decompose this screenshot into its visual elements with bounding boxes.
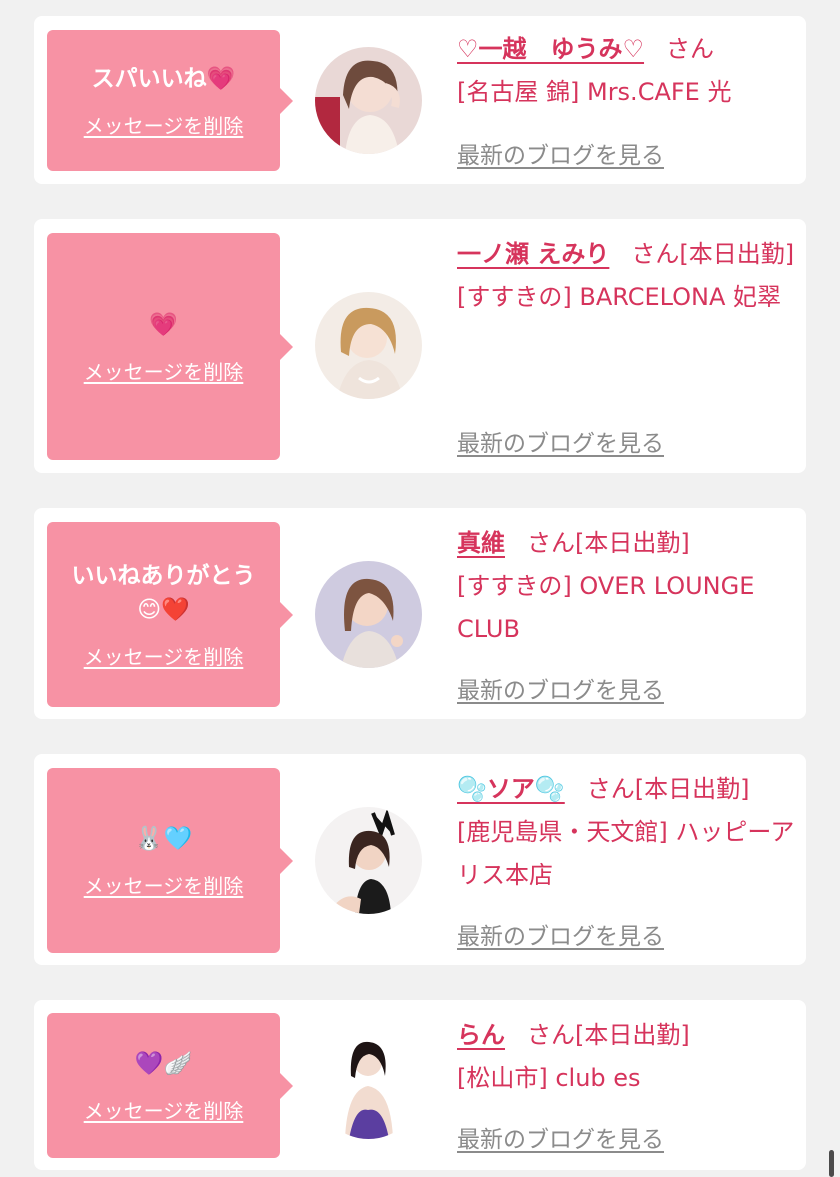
message-text: いいねありがとう😊❤️	[71, 563, 256, 623]
shop-name: [すすきの] OVER LOUNGE CLUB	[457, 572, 755, 643]
shop-name: [すすきの] BARCELONA 妃翠	[457, 283, 782, 311]
like-card: いいねありがとう😊❤️ メッセージを削除 真維 さん[本日出勤] [すすきの] O…	[34, 508, 806, 719]
status-tag: [本日出勤]	[634, 775, 750, 803]
avatar[interactable]	[315, 561, 422, 668]
honorific: さん	[527, 1021, 575, 1049]
cast-name-link[interactable]: 一ノ瀬 えみり	[457, 240, 609, 268]
like-message-list: スパいいね💗 メッセージを削除 ♡一越 ゆうみ♡ さん [名古屋 錦] Mrs.C…	[0, 0, 840, 1177]
honorific: さん	[527, 529, 575, 557]
woman-portrait-icon	[315, 1032, 422, 1139]
like-card: 💗 メッセージを削除 一ノ瀬 えみり さん[本日出勤] [すすきの] BARCEL…	[34, 219, 806, 473]
avatar[interactable]	[315, 807, 422, 914]
status-tag: [本日出勤]	[679, 240, 795, 268]
delete-message-link[interactable]: メッセージを削除	[84, 356, 244, 385]
cast-info: 一ノ瀬 えみり さん[本日出勤] [すすきの] BARCELONA 妃翠	[457, 233, 797, 319]
message-bubble: 🐰🩵 メッセージを削除	[47, 768, 293, 953]
honorific: さん	[666, 35, 715, 63]
cast-info: ♡一越 ゆうみ♡ さん [名古屋 錦] Mrs.CAFE 光	[457, 28, 797, 114]
status-tag: [本日出勤]	[575, 529, 690, 557]
avatar[interactable]	[315, 47, 422, 154]
cast-info: 真維 さん[本日出勤] [すすきの] OVER LOUNGE CLUB	[457, 522, 797, 651]
message-text: 💜🪽	[134, 1051, 193, 1077]
latest-blog-link[interactable]: 最新のブログを見る	[457, 136, 664, 170]
like-card: 🐰🩵 メッセージを削除 🫧ソア🫧 さん[本日出勤] [鹿児島県・天文館] ハッピー…	[34, 754, 806, 965]
woman-portrait-icon	[315, 561, 422, 668]
delete-message-link[interactable]: メッセージを削除	[84, 870, 244, 899]
honorific: さん	[631, 240, 680, 268]
cast-name-link[interactable]: 真維	[457, 529, 505, 557]
delete-message-link[interactable]: メッセージを削除	[84, 641, 244, 670]
woman-portrait-icon	[315, 47, 422, 154]
delete-message-link[interactable]: メッセージを削除	[84, 110, 244, 139]
like-card: スパいいね💗 メッセージを削除 ♡一越 ゆうみ♡ さん [名古屋 錦] Mrs.C…	[34, 16, 806, 184]
latest-blog-link[interactable]: 最新のブログを見る	[457, 424, 664, 458]
avatar[interactable]	[315, 292, 422, 399]
cast-name-link[interactable]: ♡一越 ゆうみ♡	[457, 35, 644, 63]
cast-name-link[interactable]: 🫧ソア🫧	[457, 775, 565, 803]
woman-portrait-icon	[315, 292, 422, 399]
woman-portrait-icon	[315, 807, 422, 914]
cast-info: 🫧ソア🫧 さん[本日出勤] [鹿児島県・天文館] ハッピーアリス本店	[457, 768, 802, 897]
scrollbar[interactable]	[829, 1150, 834, 1177]
shop-name: [松山市] club es	[457, 1064, 641, 1092]
shop-name: [名古屋 錦] Mrs.CAFE 光	[457, 78, 732, 106]
status-tag: [本日出勤]	[575, 1021, 690, 1049]
latest-blog-link[interactable]: 最新のブログを見る	[457, 1120, 664, 1154]
message-bubble: 💗 メッセージを削除	[47, 233, 293, 460]
message-bubble: 💜🪽 メッセージを削除	[47, 1013, 293, 1158]
like-card: 💜🪽 メッセージを削除 らん さん[本日出勤] [松山市] club es 最新の…	[34, 1000, 806, 1170]
honorific: さん	[586, 775, 635, 803]
message-text: 💗	[149, 312, 178, 338]
cast-name-link[interactable]: らん	[457, 1021, 505, 1049]
cast-info: らん さん[本日出勤] [松山市] club es	[457, 1014, 797, 1100]
latest-blog-link[interactable]: 最新のブログを見る	[457, 671, 664, 705]
message-text: スパいいね💗	[91, 66, 236, 92]
message-text: 🐰🩵	[134, 826, 193, 852]
message-bubble: スパいいね💗 メッセージを削除	[47, 30, 293, 171]
avatar[interactable]	[315, 1032, 422, 1139]
delete-message-link[interactable]: メッセージを削除	[84, 1095, 244, 1124]
message-bubble: いいねありがとう😊❤️ メッセージを削除	[47, 522, 293, 707]
latest-blog-link[interactable]: 最新のブログを見る	[457, 917, 664, 951]
shop-name: [鹿児島県・天文館] ハッピーアリス本店	[457, 818, 795, 889]
